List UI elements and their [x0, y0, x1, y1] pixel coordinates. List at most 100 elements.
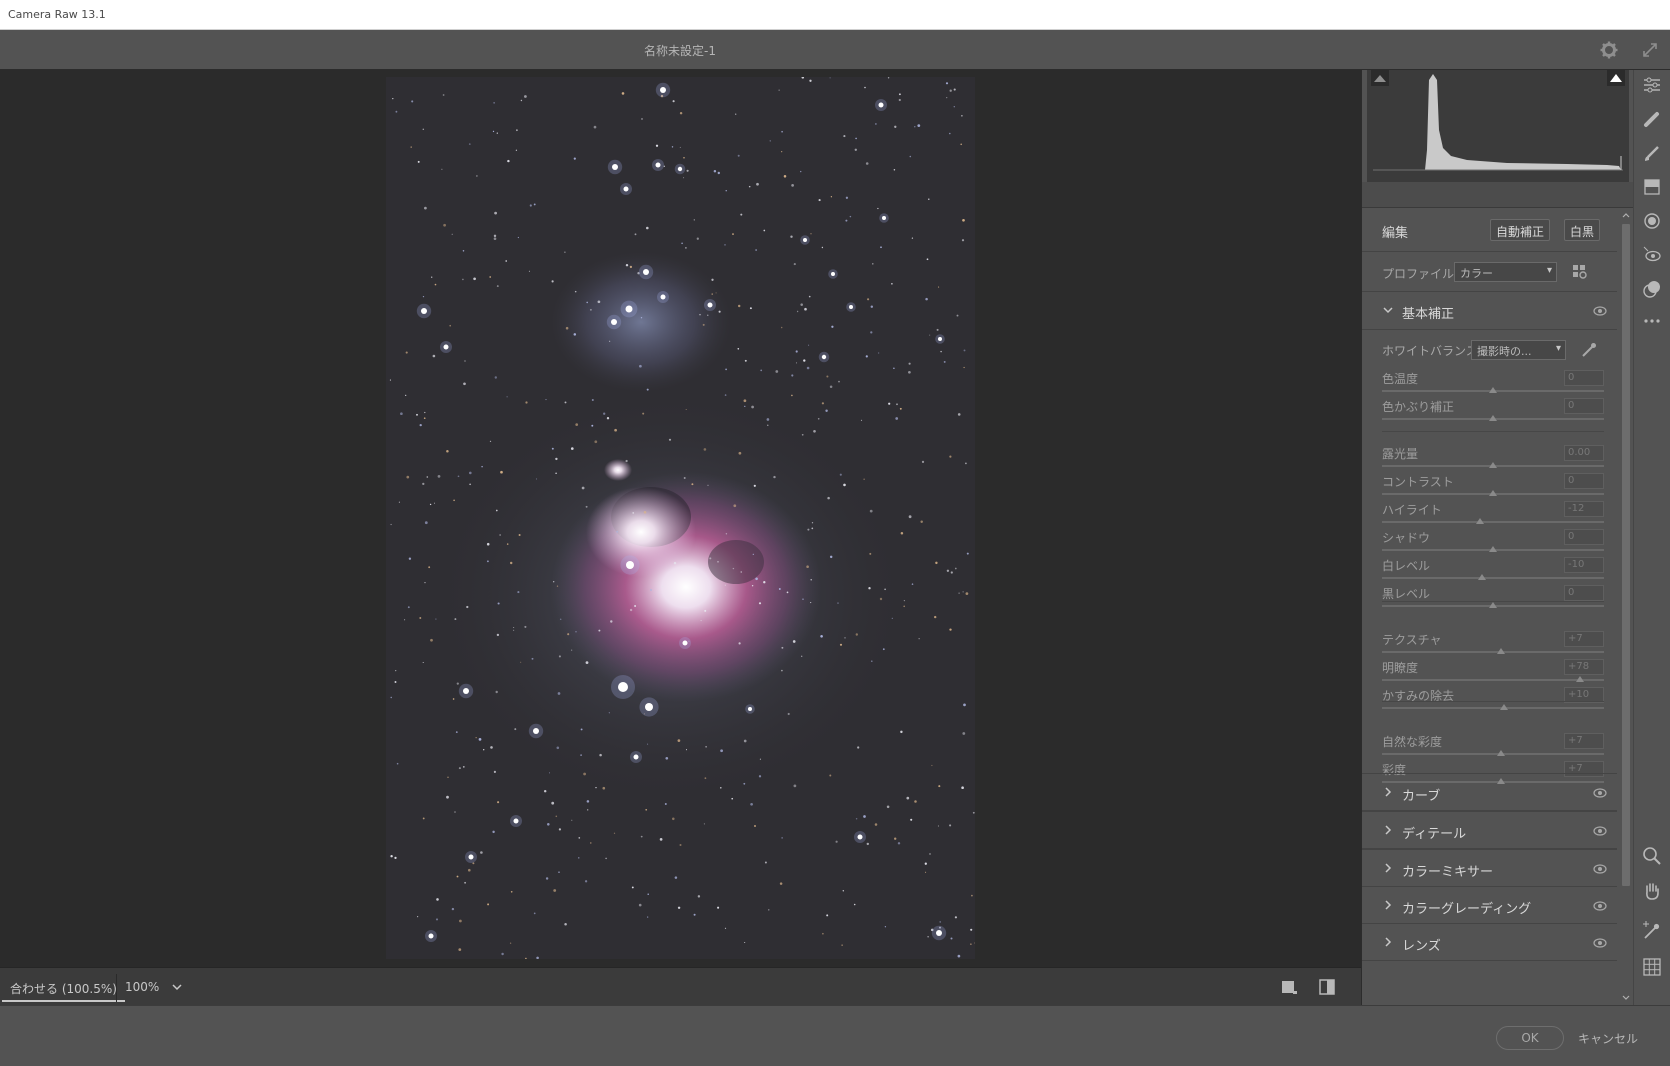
section-header[interactable]: レンズ [1362, 923, 1617, 961]
scroll-down-icon[interactable] [1621, 993, 1631, 1003]
single-view-icon[interactable] [1278, 976, 1300, 998]
chevron-right-icon [1385, 825, 1392, 835]
slider-value-field[interactable]: 0 [1564, 398, 1604, 414]
eye-icon[interactable] [1593, 787, 1607, 799]
slider-track[interactable] [1382, 753, 1604, 755]
slider-row[interactable]: 露光量 0.00 [1382, 445, 1604, 473]
slider-row[interactable]: 自然な彩度 +7 [1382, 733, 1604, 761]
basic-section-header[interactable]: 基本補正 [1362, 292, 1617, 330]
slider-thumb[interactable] [1489, 546, 1497, 552]
edit-sliders-icon[interactable] [1641, 74, 1663, 96]
eyedropper-icon[interactable] [1580, 341, 1598, 359]
slider-label: ハイライト [1382, 503, 1442, 517]
slider-track[interactable] [1382, 707, 1604, 709]
slider-thumb[interactable] [1575, 676, 1584, 682]
panel-scrollbar[interactable] [1621, 210, 1631, 1005]
zoom-icon[interactable] [1641, 845, 1663, 867]
slider-row[interactable]: 色温度 0 [1382, 370, 1604, 398]
chevron-right-icon [1385, 900, 1392, 910]
slider-row[interactable]: 明瞭度 +78 [1382, 659, 1604, 687]
slider-value-field[interactable]: 0 [1564, 473, 1604, 489]
slider-value-field[interactable]: +7 [1564, 631, 1604, 647]
eye-icon[interactable] [1593, 900, 1607, 912]
window-title: Camera Raw 13.1 [8, 8, 106, 21]
red-eye-icon[interactable] [1641, 244, 1663, 266]
slider-thumb[interactable] [1496, 648, 1505, 654]
cancel-button[interactable]: キャンセル [1578, 1030, 1638, 1047]
before-after-icon[interactable] [1316, 976, 1338, 998]
white-balance-label: ホワイトバランス [1382, 344, 1478, 358]
window-title-bar: Camera Raw 13.1 [0, 0, 1670, 30]
slider-label: 明瞭度 [1382, 661, 1419, 675]
slider-track[interactable] [1382, 521, 1604, 523]
slider-row[interactable]: ハイライト -12 [1382, 501, 1604, 529]
slider-row[interactable]: シャドウ 0 [1382, 529, 1604, 557]
slider-value-field[interactable]: 0 [1564, 585, 1604, 601]
slider-thumb[interactable] [1475, 518, 1484, 524]
section-header[interactable]: カラーミキサー [1362, 849, 1617, 887]
chevron-down-icon[interactable] [168, 976, 186, 998]
white-balance-select[interactable]: 撮影時の... ▾ [1471, 340, 1566, 360]
highlight-clipping-icon[interactable] [1607, 70, 1625, 86]
slider-row[interactable]: 色かぶり補正 0 [1382, 398, 1604, 426]
slider-thumb[interactable] [1500, 704, 1509, 710]
section-title: カーブ [1402, 789, 1441, 804]
slider-thumb[interactable] [1489, 415, 1497, 421]
slider-value-field[interactable]: 0 [1564, 529, 1604, 545]
slider-row[interactable]: 白レベル -10 [1382, 557, 1604, 585]
ok-button[interactable]: OK [1496, 1026, 1564, 1050]
profile-select[interactable]: カラー ▾ [1454, 262, 1557, 282]
profile-label: プロファイル [1382, 267, 1455, 281]
scroll-up-icon[interactable] [1621, 210, 1631, 220]
slider-track[interactable] [1382, 679, 1604, 681]
eye-icon[interactable] [1593, 825, 1607, 837]
slider-thumb[interactable] [1489, 490, 1497, 496]
histogram [1367, 70, 1629, 182]
auto-button[interactable]: 自動補正 [1490, 219, 1551, 241]
slider-track[interactable] [1382, 651, 1604, 653]
white-balance-value: 撮影時の... [1477, 345, 1532, 358]
eye-icon[interactable] [1593, 937, 1607, 949]
slider-thumb[interactable] [1489, 387, 1497, 393]
slider-value-field[interactable]: +78 [1564, 659, 1604, 675]
section-header[interactable]: ディテール [1362, 811, 1617, 849]
fullscreen-icon[interactable] [1640, 40, 1660, 60]
scroll-thumb[interactable] [1622, 224, 1630, 886]
section-header[interactable]: カーブ [1362, 773, 1617, 811]
slider-value-field[interactable]: -12 [1564, 501, 1604, 517]
slider-value-field[interactable]: 0 [1564, 370, 1604, 386]
slider-value-field[interactable]: +7 [1564, 733, 1604, 749]
black-white-button[interactable]: 白黒 [1564, 219, 1601, 241]
gear-icon[interactable] [1599, 40, 1619, 60]
color-sampler-icon[interactable] [1641, 920, 1663, 942]
slider-label: テクスチャ [1382, 633, 1442, 647]
slider-track[interactable] [1382, 577, 1604, 579]
section-header[interactable]: カラーグレーディング [1362, 886, 1617, 924]
eye-icon[interactable] [1593, 305, 1607, 317]
section-title: ディテール [1402, 827, 1467, 842]
slider-value-field[interactable]: -10 [1564, 557, 1604, 573]
eye-icon[interactable] [1593, 863, 1607, 875]
slider-row[interactable]: コントラスト 0 [1382, 473, 1604, 501]
presets-icon[interactable] [1641, 278, 1663, 300]
radial-filter-icon[interactable] [1641, 210, 1663, 232]
zoom-fit-button[interactable]: 合わせる (100.5%) [2, 974, 125, 1002]
hand-icon[interactable] [1641, 880, 1663, 902]
graduated-filter-icon[interactable] [1641, 176, 1663, 198]
slider-row[interactable]: テクスチャ +7 [1382, 631, 1604, 659]
slider-row[interactable]: 黒レベル 0 [1382, 585, 1604, 613]
slider-thumb[interactable] [1489, 462, 1497, 468]
slider-label: シャドウ [1382, 531, 1431, 545]
slider-thumb[interactable] [1489, 602, 1497, 608]
tool-strip [1633, 70, 1670, 1005]
slider-thumb[interactable] [1496, 750, 1505, 756]
brush-icon[interactable] [1641, 142, 1663, 164]
slider-value-field[interactable]: 0.00 [1564, 445, 1604, 461]
profile-browser-icon[interactable] [1572, 264, 1588, 280]
healing-icon[interactable] [1641, 108, 1663, 130]
slider-thumb[interactable] [1477, 574, 1486, 580]
image-canvas[interactable] [0, 70, 1361, 967]
shadow-clipping-icon[interactable] [1371, 70, 1389, 86]
more-icon[interactable] [1641, 310, 1663, 332]
grid-icon[interactable] [1641, 956, 1663, 978]
